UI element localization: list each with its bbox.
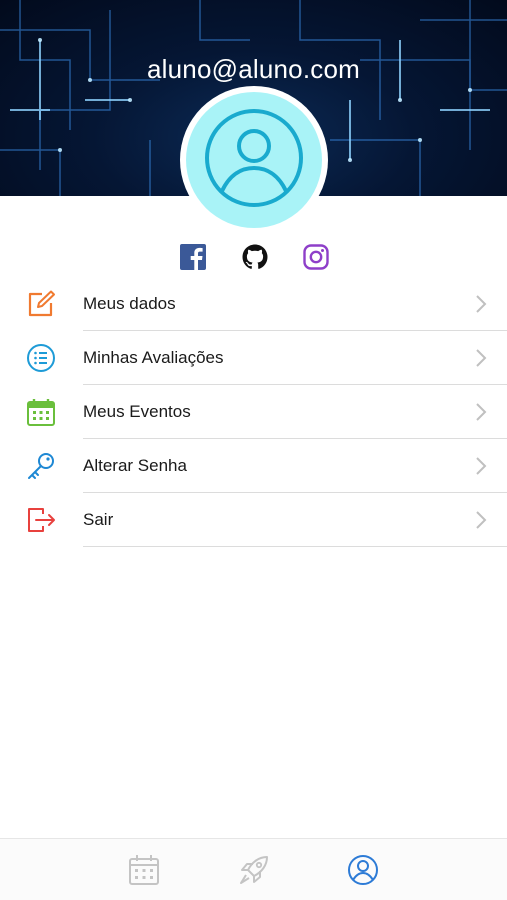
edit-icon bbox=[28, 290, 55, 317]
profile-menu: Meus dados Minhas Avaliações Meus Evento… bbox=[0, 277, 507, 547]
menu-item-label: Meus Eventos bbox=[83, 402, 191, 421]
chevron-right-icon bbox=[476, 295, 487, 313]
avatar[interactable] bbox=[180, 86, 328, 234]
menu-item-label: Alterar Senha bbox=[83, 456, 187, 475]
chevron-right-icon bbox=[476, 511, 487, 529]
menu-item-label: Sair bbox=[83, 510, 114, 529]
menu-item-meus-eventos[interactable]: Meus Eventos bbox=[0, 385, 507, 439]
divider bbox=[83, 546, 507, 547]
rocket-icon[interactable] bbox=[237, 853, 271, 887]
menu-item-alterar-senha[interactable]: Alterar Senha bbox=[0, 439, 507, 493]
github-icon[interactable] bbox=[241, 243, 269, 271]
menu-item-minhas-avaliacoes[interactable]: Minhas Avaliações bbox=[0, 331, 507, 385]
profile-icon[interactable] bbox=[346, 853, 380, 887]
user-icon bbox=[205, 109, 303, 207]
menu-item-meus-dados[interactable]: Meus dados bbox=[0, 277, 507, 331]
chevron-right-icon bbox=[476, 457, 487, 475]
instagram-icon[interactable] bbox=[302, 243, 330, 271]
logout-icon bbox=[28, 508, 55, 532]
key-icon bbox=[28, 453, 54, 479]
menu-item-label: Minhas Avaliações bbox=[83, 348, 224, 367]
list-icon bbox=[27, 344, 55, 372]
menu-item-sair[interactable]: Sair bbox=[0, 493, 507, 547]
chevron-right-icon bbox=[476, 403, 487, 421]
facebook-icon[interactable] bbox=[179, 243, 207, 271]
social-links bbox=[0, 243, 507, 273]
user-email: aluno@aluno.com bbox=[147, 54, 360, 84]
menu-item-label: Meus dados bbox=[83, 294, 176, 313]
bottom-tab-bar bbox=[0, 838, 507, 900]
chevron-right-icon bbox=[476, 349, 487, 367]
calendar-icon[interactable] bbox=[127, 853, 161, 887]
calendar-icon bbox=[27, 399, 55, 426]
